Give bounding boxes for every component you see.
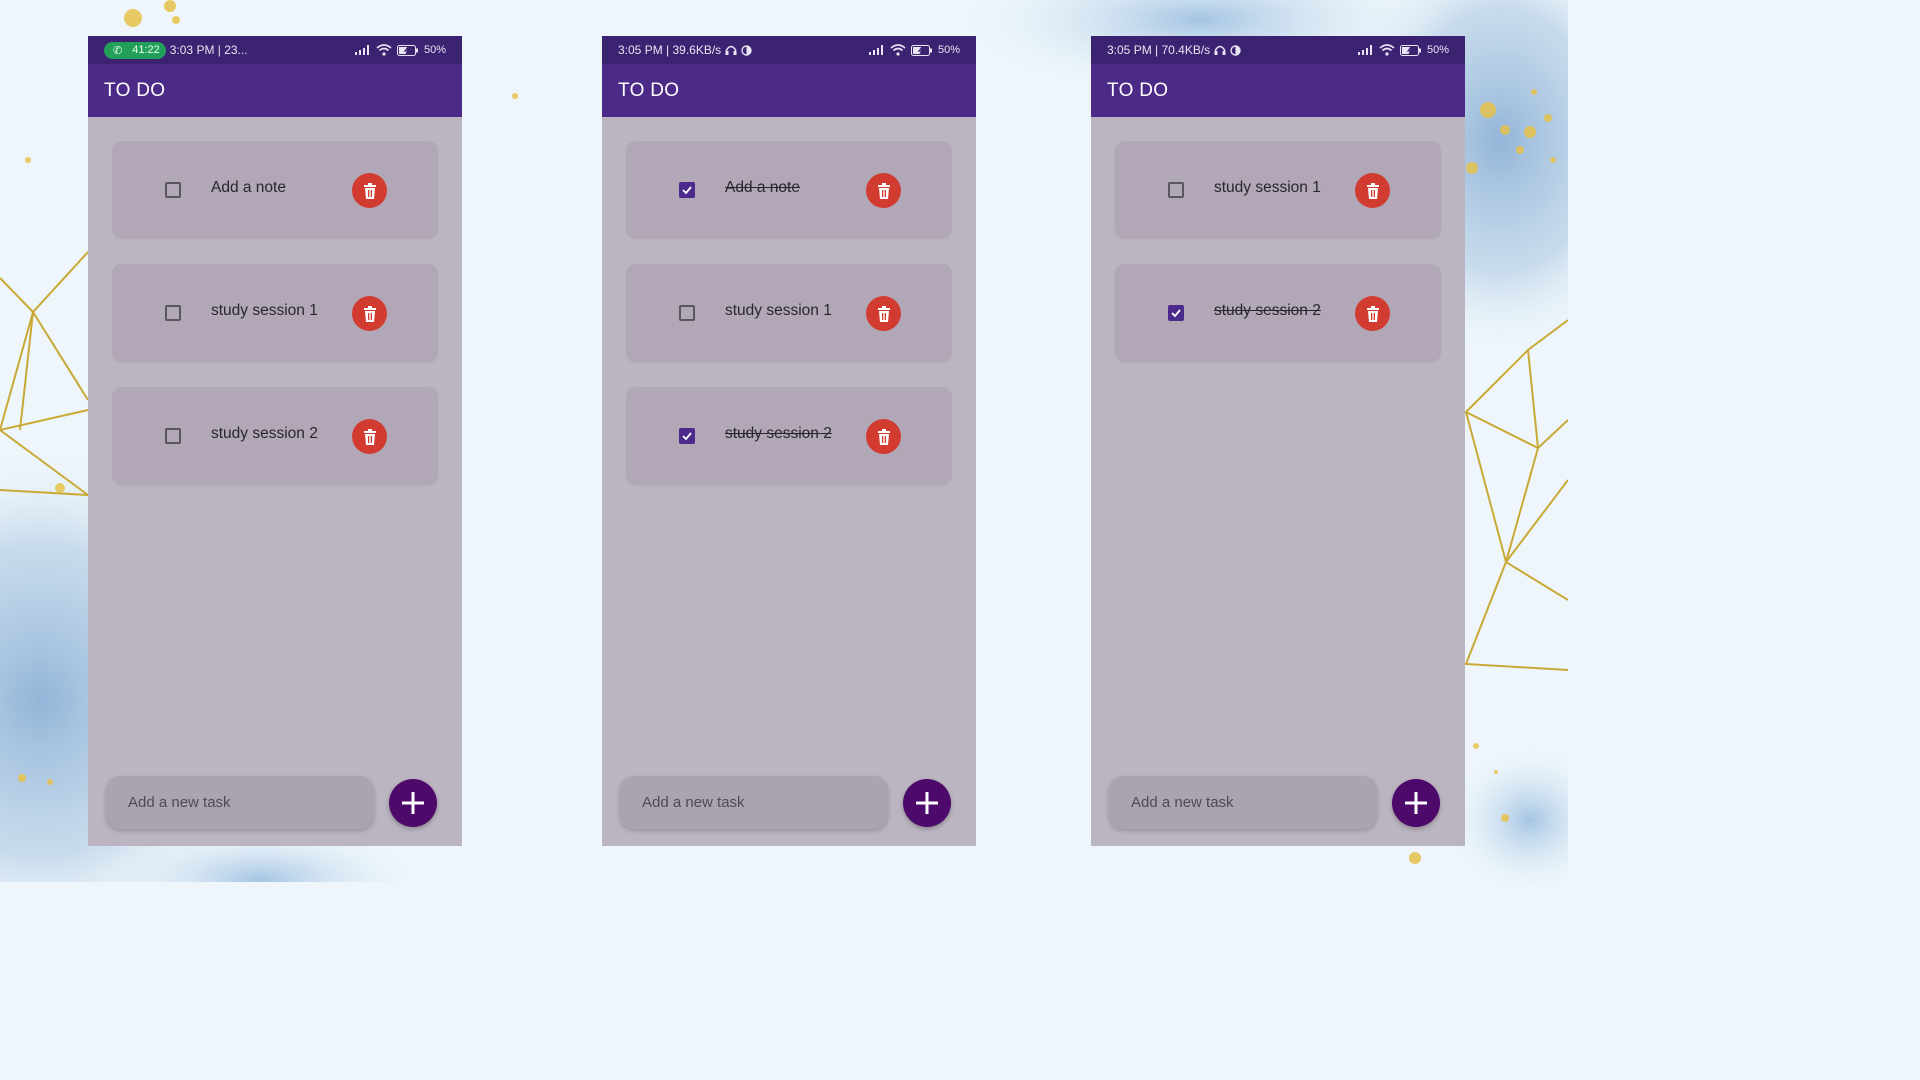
delete-task-button[interactable]	[352, 296, 387, 331]
task-item: study session 2	[626, 387, 952, 485]
task-list: Add a note study session 1 study session…	[112, 141, 438, 510]
phone-call-icon: ✆	[113, 44, 123, 57]
signal-icon	[354, 45, 369, 55]
phone-screen-1: ✆ 41:22 3:03 PM | 23... 50% TO DO Add a …	[88, 36, 462, 846]
plus-icon	[1405, 792, 1427, 814]
task-item: Add a note	[626, 141, 952, 239]
call-timer: 41:22	[132, 44, 160, 56]
app-title: TO DO	[618, 79, 680, 101]
wifi-icon	[376, 44, 392, 56]
task-checkbox[interactable]	[679, 428, 695, 444]
task-checkbox[interactable]	[679, 305, 695, 321]
task-label: study session 1	[211, 302, 318, 319]
task-label: study session 2	[211, 425, 318, 442]
add-task-button[interactable]	[1392, 779, 1440, 827]
trash-icon	[363, 305, 376, 322]
task-label: Add a note	[725, 179, 800, 196]
delete-task-button[interactable]	[1355, 296, 1390, 331]
task-list: Add a note study session 1 study session…	[626, 141, 952, 510]
new-task-input[interactable]	[620, 776, 888, 829]
task-list: study session 1 study session 2	[1115, 141, 1441, 387]
battery-charging-icon	[910, 44, 932, 56]
task-item: study session 1	[112, 264, 438, 362]
battery-percent: 50%	[423, 44, 446, 56]
wifi-icon	[1379, 44, 1395, 56]
app-bar: TO DO	[602, 64, 976, 117]
trash-icon	[1366, 305, 1379, 322]
trash-icon	[877, 428, 890, 445]
phone-screen-3: 3:05 PM | 70.4KB/s 50% TO DO study sessi…	[1091, 36, 1465, 846]
task-label: study session 2	[725, 425, 832, 442]
status-time: 3:05 PM | 39.6KB/s	[618, 43, 722, 57]
task-checkbox[interactable]	[165, 182, 181, 198]
app-title: TO DO	[1107, 79, 1169, 101]
data-saver-icon	[1230, 44, 1241, 56]
battery-charging-icon	[396, 44, 418, 56]
app-bar: TO DO	[1091, 64, 1465, 117]
status-bar: 3:05 PM | 70.4KB/s 50%	[1091, 36, 1465, 64]
battery-percent: 50%	[937, 44, 960, 56]
app-bar: TO DO	[88, 64, 462, 117]
task-checkbox[interactable]	[679, 182, 695, 198]
data-saver-icon	[741, 44, 752, 56]
task-checkbox[interactable]	[1168, 305, 1184, 321]
trash-icon	[877, 305, 890, 322]
delete-task-button[interactable]	[866, 296, 901, 331]
ongoing-call-pill[interactable]: ✆ 41:22	[104, 41, 166, 59]
new-task-input[interactable]	[1109, 776, 1377, 829]
delete-task-button[interactable]	[1355, 173, 1390, 208]
headphones-icon	[725, 45, 737, 55]
plus-icon	[916, 792, 938, 814]
wifi-icon	[890, 44, 906, 56]
app-title: TO DO	[104, 79, 166, 101]
signal-icon	[1357, 45, 1372, 55]
task-checkbox[interactable]	[165, 305, 181, 321]
trash-icon	[1366, 182, 1379, 199]
task-item: study session 1	[1115, 141, 1441, 239]
task-item: study session 1	[626, 264, 952, 362]
task-item: study session 2	[1115, 264, 1441, 362]
plus-icon	[402, 792, 424, 814]
add-task-button[interactable]	[389, 779, 437, 827]
status-time: 3:05 PM | 70.4KB/s	[1107, 43, 1211, 57]
delete-task-button[interactable]	[352, 419, 387, 454]
headphones-icon	[1214, 45, 1226, 55]
task-checkbox[interactable]	[1168, 182, 1184, 198]
task-item: study session 2	[112, 387, 438, 485]
task-label: study session 2	[1214, 302, 1321, 319]
task-label: Add a note	[211, 179, 286, 196]
trash-icon	[363, 182, 376, 199]
task-item: Add a note	[112, 141, 438, 239]
trash-icon	[877, 182, 890, 199]
status-bar: ✆ 41:22 3:03 PM | 23... 50%	[88, 36, 462, 64]
new-task-input[interactable]	[106, 776, 374, 829]
battery-percent: 50%	[1426, 44, 1449, 56]
delete-task-button[interactable]	[866, 173, 901, 208]
task-checkbox[interactable]	[165, 428, 181, 444]
delete-task-button[interactable]	[866, 419, 901, 454]
add-task-button[interactable]	[903, 779, 951, 827]
task-label: study session 1	[1214, 179, 1321, 196]
status-time: 3:03 PM | 23...	[169, 43, 248, 57]
phone-screen-2: 3:05 PM | 39.6KB/s 50% TO DO Add a note …	[602, 36, 976, 846]
signal-icon	[868, 45, 883, 55]
trash-icon	[363, 428, 376, 445]
delete-task-button[interactable]	[352, 173, 387, 208]
battery-charging-icon	[1399, 44, 1421, 56]
task-label: study session 1	[725, 302, 832, 319]
status-bar: 3:05 PM | 39.6KB/s 50%	[602, 36, 976, 64]
